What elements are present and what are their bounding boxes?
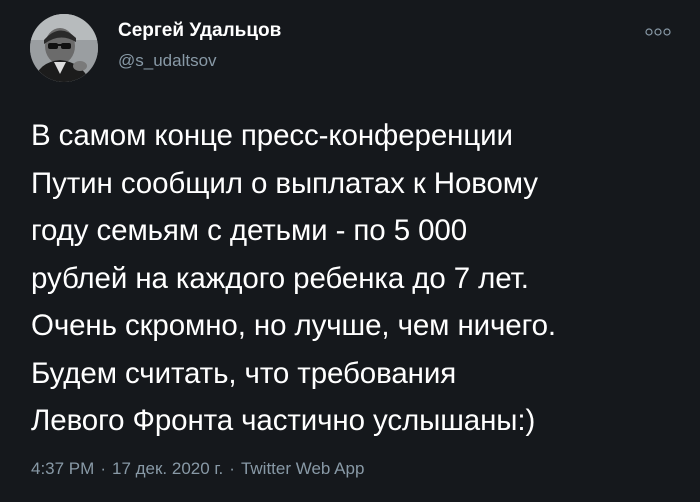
tweet-meta: 4:37 PM · 17 дек. 2020 г. · Twitter Web App [31,459,364,479]
author-display-name[interactable]: Сергей Удальцов [118,20,281,42]
more-options-button[interactable] [640,25,676,39]
meta-separator: · [100,459,106,478]
tweet-text: В самом конце пресс-конференции Путин со… [31,119,557,437]
tweet-source[interactable]: Twitter Web App [241,459,364,478]
tweet-time[interactable]: 4:37 PM [31,459,94,478]
author-info: Сергей Удальцов @s_udaltsov [118,20,281,71]
tweet-date[interactable]: 17 дек. 2020 г. [112,459,223,478]
more-options-icon [645,28,671,36]
meta-separator: · [229,459,235,478]
tweet-card: Сергей Удальцов @s_udaltsov В самом конц… [0,0,700,502]
avatar[interactable] [30,14,98,82]
author-handle[interactable]: @s_udaltsov [118,51,281,71]
avatar-photo-icon [30,14,98,82]
